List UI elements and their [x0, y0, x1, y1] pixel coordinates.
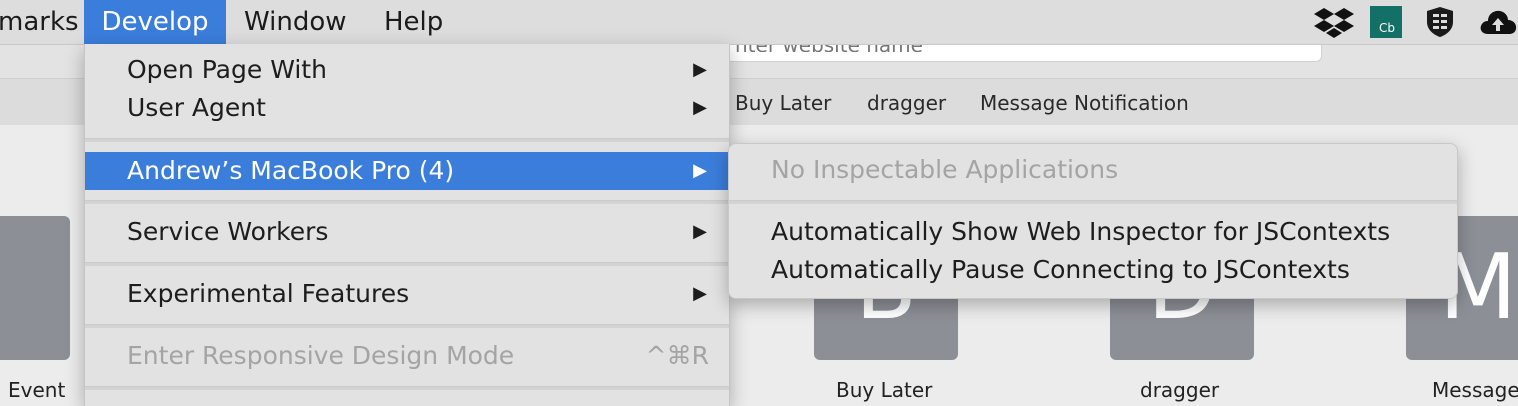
- cb-label: Cb: [1379, 21, 1395, 35]
- favorite-buy-later[interactable]: Buy Later: [735, 91, 831, 115]
- cb-app-icon[interactable]: Cb: [1370, 6, 1402, 38]
- menu-bar: marks Develop Window Help Cb: [0, 0, 1518, 45]
- dropbox-icon[interactable]: [1313, 6, 1355, 38]
- submenu-arrow-icon: ▶: [693, 283, 707, 304]
- shield-app-icon[interactable]: [1424, 6, 1456, 38]
- submenu-item-auto-show-inspector[interactable]: Automatically Show Web Inspector for JSC…: [729, 213, 1457, 251]
- menu-item-label: Experimental Features: [127, 279, 410, 308]
- menu-item-label: Enter Responsive Design Mode: [127, 341, 515, 370]
- menu-separator: [85, 262, 729, 266]
- menu-item-user-agent[interactable]: User Agent ▶: [85, 89, 729, 127]
- menu-item-service-workers[interactable]: Service Workers ▶: [85, 213, 729, 251]
- menu-item-label: Automatically Pause Connecting to JSCont…: [771, 255, 1350, 284]
- favorite-message-notification[interactable]: Message Notification: [980, 91, 1189, 115]
- cloud-upload-icon[interactable]: [1478, 6, 1518, 38]
- menu-help[interactable]: Help: [384, 0, 443, 44]
- tile-label-dragger[interactable]: dragger: [1140, 378, 1219, 402]
- submenu-arrow-icon: ▶: [693, 59, 707, 80]
- menu-bookmarks[interactable]: marks: [0, 0, 85, 44]
- menu-item-open-page-with[interactable]: Open Page With ▶: [85, 51, 729, 89]
- submenu-arrow-icon: ▶: [693, 160, 707, 181]
- menu-separator: [85, 138, 729, 142]
- menu-separator: [85, 324, 729, 328]
- menu-item-label: Automatically Show Web Inspector for JSC…: [771, 217, 1391, 246]
- menu-item-device-macbook[interactable]: Andrew’s MacBook Pro (4) ▶: [85, 152, 729, 190]
- submenu-item-auto-pause-connecting[interactable]: Automatically Pause Connecting to JSCont…: [729, 251, 1457, 289]
- tile-label-message[interactable]: Message: [1432, 378, 1518, 402]
- menu-separator: [85, 386, 729, 390]
- menu-item-responsive-design-mode[interactable]: Enter Responsive Design Mode ^⌘R: [85, 337, 729, 375]
- tile-label-buy-later[interactable]: Buy Later: [836, 378, 932, 402]
- menu-develop[interactable]: Develop: [84, 0, 226, 44]
- keyboard-shortcut: ^⌘R: [645, 341, 709, 370]
- menu-item-label: User Agent: [127, 93, 266, 122]
- menu-separator: [729, 200, 1457, 204]
- submenu-item-no-inspectable-apps: No Inspectable Applications: [729, 151, 1457, 189]
- submenu-arrow-icon: ▶: [693, 221, 707, 242]
- menu-item-label: Andrew’s MacBook Pro (4): [127, 156, 455, 185]
- submenu-arrow-icon: ▶: [693, 97, 707, 118]
- tile-label-event[interactable]: Event: [8, 378, 65, 402]
- menu-separator: [85, 200, 729, 204]
- menu-item-label: Service Workers: [127, 217, 329, 246]
- menu-item-label: Open Page With: [127, 55, 327, 84]
- menu-window[interactable]: Window: [244, 0, 347, 44]
- tile-event[interactable]: [0, 216, 70, 360]
- menu-item-experimental-features[interactable]: Experimental Features ▶: [85, 275, 729, 313]
- favorite-dragger[interactable]: dragger: [867, 91, 946, 115]
- develop-menu: Open Page With ▶ User Agent ▶ Andrew’s M…: [84, 44, 730, 406]
- device-submenu: No Inspectable Applications Automaticall…: [728, 143, 1458, 299]
- menu-item-label: No Inspectable Applications: [771, 155, 1119, 184]
